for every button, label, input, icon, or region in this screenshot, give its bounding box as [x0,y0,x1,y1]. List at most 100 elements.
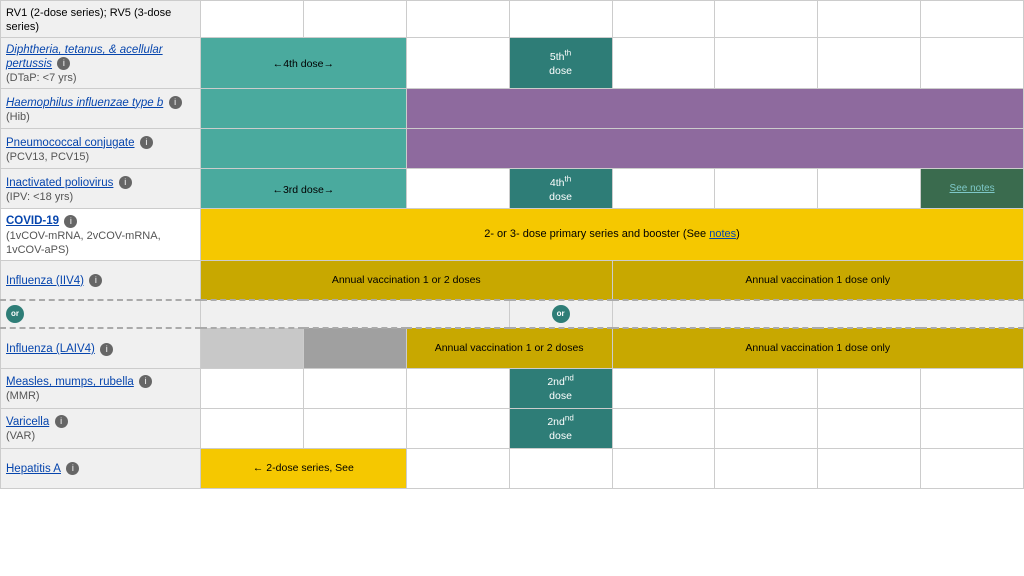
hib-purple-cell [406,89,1023,129]
or-bubble-cell: or [509,300,612,328]
hepa-empty2 [509,448,612,488]
hepa-empty6 [921,448,1024,488]
ipv-4th-label: 4thth dose [549,177,572,203]
covid-span-text: 2- or 3- dose primary series and booster… [484,228,740,240]
pcv-link[interactable]: Pneumococcal conjugate [6,137,135,149]
dtap-4th-arrow: ←4th dose→ [273,58,334,70]
laiv4-row: Influenza (LAIV4) i Annual vaccination 1… [1,328,1024,368]
dtap-5th-label: 5thth dose [549,51,572,77]
var-empty2 [303,408,406,448]
hepa-empty1 [406,448,509,488]
mmr-empty2 [303,368,406,408]
var-empty1 [201,408,304,448]
hepa-dose-cell: ← 2-dose series, See [201,448,407,488]
laiv4-gray2 [303,328,406,368]
iiv4-annual2-text: Annual vaccination 1 dose only [745,274,890,286]
mmr-dose2-cell: 2ndnd dose [509,368,612,408]
ipv-seenotes-cell: See notes [921,169,1024,209]
rv-col2 [303,1,406,38]
or-divider-row: or or [1,300,1024,328]
mmr-sub: (MMR) [6,390,40,402]
dtap-empty2 [612,38,715,89]
laiv4-info-icon[interactable]: i [100,343,113,356]
dtap-dose5-cell: 5thth dose [509,38,612,89]
iiv4-link[interactable]: Influenza (IIV4) [6,275,84,287]
dtap-empty1 [406,38,509,89]
ipv-empty4 [818,169,921,209]
var-empty4 [612,408,715,448]
pcv-info-icon[interactable]: i [140,136,153,149]
iiv4-annual1-text: Annual vaccination 1 or 2 doses [332,274,481,286]
ipv-dose4-cell: 4thth dose [509,169,612,209]
ipv-info-icon[interactable]: i [119,176,132,189]
laiv4-gray1 [201,328,304,368]
ipv-link[interactable]: Inactivated poliovirus [6,177,113,189]
var-dose2-cell: 2ndnd dose [509,408,612,448]
rv-col7 [818,1,921,38]
varicella-row: Varicella i (VAR) 2ndnd dose [1,408,1024,448]
mmr-empty6 [818,368,921,408]
laiv4-annual2-text: Annual vaccination 1 dose only [745,342,890,354]
rv-col5 [612,1,715,38]
rv-row: RV1 (2-dose series); RV5 (3-dose series) [1,1,1024,38]
pcv-teal-cell [201,129,407,169]
varicella-link[interactable]: Varicella [6,416,49,428]
iiv4-name-cell: Influenza (IIV4) i [1,260,201,300]
hepa-empty4 [715,448,818,488]
var-empty7 [921,408,1024,448]
covid-row: COVID-19 i (1vCOV-mRNA, 2vCOV-mRNA, 1vCO… [1,209,1024,260]
or-empty2 [612,300,1024,328]
iiv4-info-icon[interactable]: i [89,274,102,287]
hepa-info-icon[interactable]: i [66,462,79,475]
var-empty3 [406,408,509,448]
covid-span-cell: 2- or 3- dose primary series and booster… [201,209,1024,260]
hepa-empty5 [818,448,921,488]
covid-link[interactable]: COVID-19 [6,215,59,227]
hib-info-icon[interactable]: i [169,96,182,109]
iiv4-row: Influenza (IIV4) i Annual vaccination 1 … [1,260,1024,300]
ipv-dose3-cell: ←3rd dose→ [201,169,407,209]
varicella-info-icon[interactable]: i [55,415,68,428]
mmr-empty3 [406,368,509,408]
covid-notes-link[interactable]: notes [709,228,736,240]
dtap-dose4-cell: ←4th dose→ [201,38,407,89]
rv-text: RV1 (2-dose series); RV5 (3-dose series) [6,7,171,33]
rv-col6 [715,1,818,38]
ipv-empty3 [715,169,818,209]
hib-teal-cell [201,89,407,129]
or-empty1 [201,300,510,328]
dtap-empty3 [715,38,818,89]
hib-name-cell: Haemophilus influenzae type b i (Hib) [1,89,201,129]
hib-row: Haemophilus influenzae type b i (Hib) [1,89,1024,129]
rv-col8 [921,1,1024,38]
or-bubble-left: or [6,305,24,323]
covid-info-icon[interactable]: i [64,215,77,228]
laiv4-annual2-cell: Annual vaccination 1 dose only [612,328,1024,368]
pcv-purple-cell [406,129,1023,169]
rv-name-cell: RV1 (2-dose series); RV5 (3-dose series) [1,1,201,38]
rv-col1 [201,1,304,38]
hepa-empty3 [612,448,715,488]
ipv-row: Inactivated poliovirus i (IPV: <18 yrs) … [1,169,1024,209]
hepa-name-cell: Hepatitis A i [1,448,201,488]
mmr-name-cell: Measles, mumps, rubella i (MMR) [1,368,201,408]
or-bubble-right: or [552,305,570,323]
mmr-link[interactable]: Measles, mumps, rubella [6,376,134,388]
dtap-info-icon[interactable]: i [57,57,70,70]
dtap-link[interactable]: Diphtheria, tetanus, & acellular pertuss… [6,44,163,70]
ipv-seenotes-link[interactable]: See notes [950,183,995,194]
mmr-empty7 [921,368,1024,408]
laiv4-annual1-cell: Annual vaccination 1 or 2 doses [406,328,612,368]
dtap-empty5 [921,38,1024,89]
mmr-info-icon[interactable]: i [139,375,152,388]
hib-link[interactable]: Haemophilus influenzae type b [6,97,163,109]
hepa-link[interactable]: Hepatitis A [6,463,61,475]
covid-sub: (1vCOV-mRNA, 2vCOV-mRNA, 1vCOV-aPS) [6,230,161,256]
laiv4-link[interactable]: Influenza (LAIV4) [6,343,95,355]
var-empty6 [818,408,921,448]
dtap-name-cell: Diphtheria, tetanus, & acellular pertuss… [1,38,201,89]
var-2nd-label: 2ndnd dose [547,416,573,442]
rv-col3 [406,1,509,38]
laiv4-name-cell: Influenza (LAIV4) i [1,328,201,368]
hepa-row: Hepatitis A i ← 2-dose series, See [1,448,1024,488]
